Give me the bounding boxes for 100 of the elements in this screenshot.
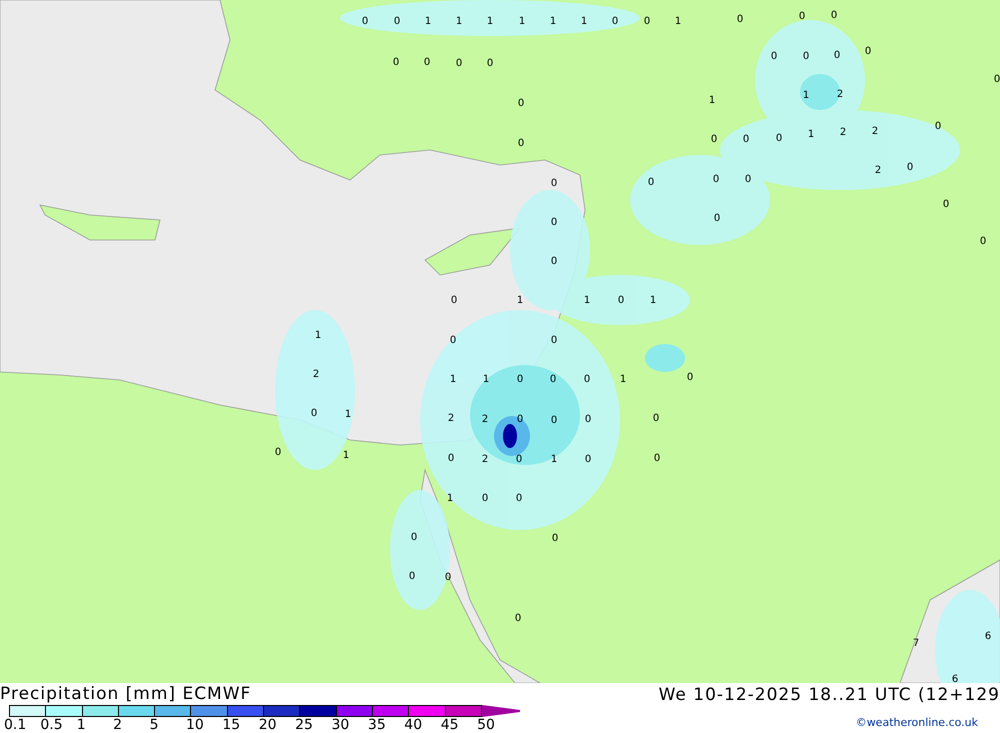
map-value-label: 0 <box>712 174 720 185</box>
map-value-label: 0 <box>550 217 558 228</box>
map-value-label: 1 <box>450 374 456 385</box>
map-value-label: 0 <box>864 46 872 57</box>
map-value-label: 0 <box>516 374 524 385</box>
map-value-label: 0 <box>906 162 914 173</box>
map-value-label: 0 <box>486 58 494 69</box>
map-value-label: 2 <box>482 454 488 465</box>
map-value-label: 1 <box>424 16 432 27</box>
map-value-label: 7 <box>912 638 920 649</box>
map-value-label: 0 <box>710 134 718 145</box>
map-value-label: 2 <box>836 89 844 100</box>
map-value-label: 0 <box>450 335 456 346</box>
map-value-label: 0 <box>770 51 778 62</box>
scale-arrow-icon <box>482 705 520 717</box>
map-value-label: 0 <box>550 335 558 346</box>
map-value-label: 0 <box>362 16 368 27</box>
scale-tick-label: 50 <box>476 717 496 733</box>
map-value-label: 0 <box>584 414 592 425</box>
map-value-label: 1 <box>650 295 656 306</box>
map-value-label: 2 <box>448 413 454 424</box>
map-value-label: 0 <box>802 51 810 62</box>
scale-tick-label: 25 <box>294 717 314 733</box>
scale-tick-label: 30 <box>330 717 350 733</box>
map-value-label: 1 <box>808 129 814 140</box>
map-value-label: 6 <box>952 674 958 683</box>
map-value-label: 1 <box>446 493 454 504</box>
map-value-label: 0 <box>654 453 660 464</box>
map-value-label: 0 <box>942 199 950 210</box>
map-value-label: 1 <box>708 95 716 106</box>
map-value-label: 0 <box>514 613 522 624</box>
scale-tick-label: 35 <box>366 717 387 733</box>
map-value-label: 2 <box>872 126 878 137</box>
map-value-label: 1 <box>314 330 322 341</box>
map-value-label: 0 <box>550 415 558 426</box>
map-value-label: 1 <box>550 454 558 465</box>
map-value-label: 0 <box>584 374 590 385</box>
map-value-label: 0 <box>310 408 318 419</box>
map-value-label: 0 <box>618 295 624 306</box>
map-value-label: 0 <box>410 532 418 543</box>
map-value-label: 0 <box>550 178 558 189</box>
map-value-label: 0 <box>744 174 752 185</box>
map-value-label: 0 <box>424 57 430 68</box>
map-value-label: 1 <box>456 16 462 27</box>
map-value-label: 6 <box>984 631 992 642</box>
scale-tick-label: 20 <box>258 717 278 733</box>
map-value-label: 0 <box>408 571 416 582</box>
map-value-label: 2 <box>482 414 488 425</box>
map-value-label: 0 <box>550 256 558 267</box>
map-value-label: 1 <box>486 16 494 27</box>
map-value-label: 0 <box>980 236 986 247</box>
map-value-label: 0 <box>994 74 1000 85</box>
map-value-label: 0 <box>516 454 522 465</box>
map-value-label: 0 <box>448 453 454 464</box>
map-value-label: 1 <box>674 16 682 27</box>
map-value-label: 0 <box>450 295 458 306</box>
map-value-label: 0 <box>776 133 782 144</box>
map-value-label: 0 <box>274 447 282 458</box>
valid-time: We 10-12-2025 18..21 UTC (12+129 <box>658 684 1000 707</box>
map-value-label: 1 <box>518 16 526 27</box>
credit-text: ©weatheronline.co.uk <box>856 716 979 729</box>
map-value-label: 1 <box>580 16 588 27</box>
map-value-label: 0 <box>518 98 524 109</box>
map-value-label: 1 <box>620 374 626 385</box>
map-value-label: 0 <box>648 177 654 188</box>
map-value-label: 0 <box>552 533 558 544</box>
map-value-label: 2 <box>874 165 882 176</box>
scale-tick-label: 15 <box>221 717 242 733</box>
map-value-label: 2 <box>312 369 320 380</box>
map-value-label: 0 <box>736 14 744 25</box>
map-value-label: 0 <box>394 16 400 27</box>
map-value-label: 0 <box>392 57 400 68</box>
scale-tick-label: 1 <box>76 717 87 733</box>
map-value-label: 1 <box>342 450 350 461</box>
map-value-label: 0 <box>518 138 524 149</box>
map-value-label: 0 <box>550 374 556 385</box>
map-value-label: 0 <box>686 372 694 383</box>
map-value-label: 0 <box>798 11 806 22</box>
map-value-label: 1 <box>584 295 590 306</box>
map-value-label: 0 <box>834 50 840 61</box>
map-value-label: 0 <box>584 454 592 465</box>
scale-tick-label: 40 <box>403 717 424 733</box>
map-value-label: 1 <box>550 16 556 27</box>
scale-tick-label: 0.1 <box>3 717 28 733</box>
map-value-label: 0 <box>934 121 942 132</box>
scale-tick-label: 2 <box>112 717 124 733</box>
map-value-label: 1 <box>344 409 352 420</box>
map-value-label: 0 <box>652 413 660 424</box>
scale-tick-label: 0.5 <box>39 717 64 733</box>
map-value-label: 0 <box>830 10 838 21</box>
map-value-label: 2 <box>840 127 846 138</box>
scale-tick-label: 5 <box>148 717 160 733</box>
scale-tick-label: 10 <box>184 717 205 733</box>
map-value-label: 0 <box>742 134 750 145</box>
map-value-label: 1 <box>516 295 524 306</box>
map-value-label: 1 <box>802 90 810 101</box>
map-value-label: 0 <box>444 572 452 583</box>
map-value-label: 0 <box>612 16 618 27</box>
map-value-label: 1 <box>482 374 490 385</box>
map-value-label: 0 <box>516 414 524 425</box>
